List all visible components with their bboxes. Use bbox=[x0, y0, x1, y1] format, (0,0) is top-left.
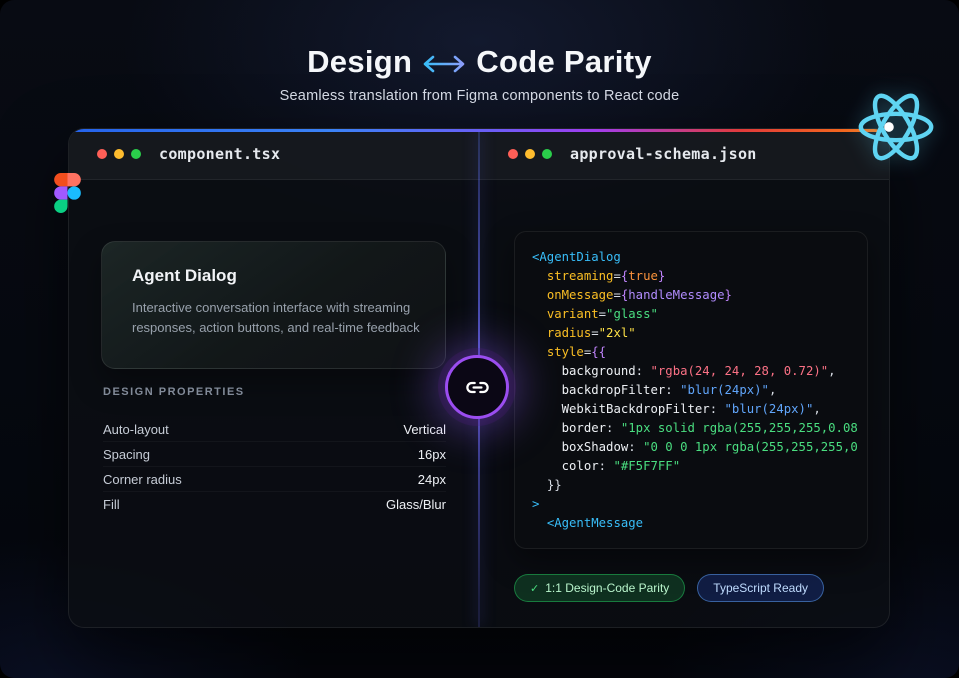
design-properties-list: Auto-layout Vertical Spacing 16px Corner… bbox=[103, 417, 446, 517]
right-filename: approval-schema.json bbox=[570, 145, 757, 163]
typescript-badge[interactable]: TypeScript Ready bbox=[697, 574, 824, 602]
left-filename: component.tsx bbox=[159, 145, 281, 163]
window-close-button[interactable] bbox=[508, 149, 518, 159]
typescript-badge-label: TypeScript Ready bbox=[713, 581, 808, 595]
link-icon bbox=[465, 381, 489, 393]
code-block: <AgentDialog streaming={true} onMessage=… bbox=[514, 231, 868, 549]
react-logo bbox=[858, 93, 934, 161]
property-row: Spacing 16px bbox=[103, 442, 446, 467]
page-subtitle: Seamless translation from Figma componen… bbox=[279, 88, 680, 104]
title-left: Design bbox=[307, 44, 413, 79]
window-zoom-button[interactable] bbox=[131, 149, 141, 159]
property-value: Glass/Blur bbox=[386, 497, 446, 512]
property-row: Auto-layout Vertical bbox=[103, 417, 446, 442]
gradient-top-border bbox=[69, 129, 889, 132]
agent-dialog-card: Agent Dialog Interactive conversation in… bbox=[101, 241, 446, 369]
property-label: Auto-layout bbox=[103, 421, 169, 437]
page-title: Design Code Parity bbox=[0, 44, 959, 80]
double-arrow-icon bbox=[423, 55, 465, 73]
figma-logo bbox=[54, 173, 81, 213]
card-description: Interactive conversation interface with … bbox=[132, 300, 420, 335]
design-properties-heading: DESIGN PROPERTIES bbox=[103, 386, 245, 398]
window-minimize-button[interactable] bbox=[525, 149, 535, 159]
property-value: 24px bbox=[417, 471, 446, 487]
window-zoom-button[interactable] bbox=[542, 149, 552, 159]
property-label: Spacing bbox=[103, 446, 150, 462]
page: Design Code Parity Seamless translation … bbox=[0, 0, 959, 678]
parity-badge-label: 1:1 Design-Code Parity bbox=[545, 581, 670, 595]
window-close-button[interactable] bbox=[97, 149, 107, 159]
react-electron-dot bbox=[884, 122, 894, 132]
window-minimize-button[interactable] bbox=[114, 149, 124, 159]
property-value: Vertical bbox=[403, 421, 446, 437]
property-label: Corner radius bbox=[103, 471, 182, 487]
property-label: Fill bbox=[103, 497, 120, 512]
window-controls bbox=[508, 149, 552, 159]
badges-row: ✓ 1:1 Design-Code Parity TypeScript Read… bbox=[514, 574, 824, 602]
parity-badge[interactable]: ✓ 1:1 Design-Code Parity bbox=[514, 574, 686, 602]
right-tab: approval-schema.json bbox=[478, 129, 889, 179]
title-right: Code Parity bbox=[476, 44, 652, 79]
property-row: Corner radius 24px bbox=[103, 467, 446, 492]
link-button[interactable] bbox=[445, 355, 509, 419]
left-tab: component.tsx bbox=[69, 129, 478, 179]
card-title: Agent Dialog bbox=[132, 266, 237, 285]
property-value: 16px bbox=[417, 446, 446, 462]
window-controls bbox=[97, 149, 141, 159]
property-row: Fill Glass/Blur bbox=[103, 492, 446, 517]
check-icon: ✓ bbox=[530, 582, 540, 595]
